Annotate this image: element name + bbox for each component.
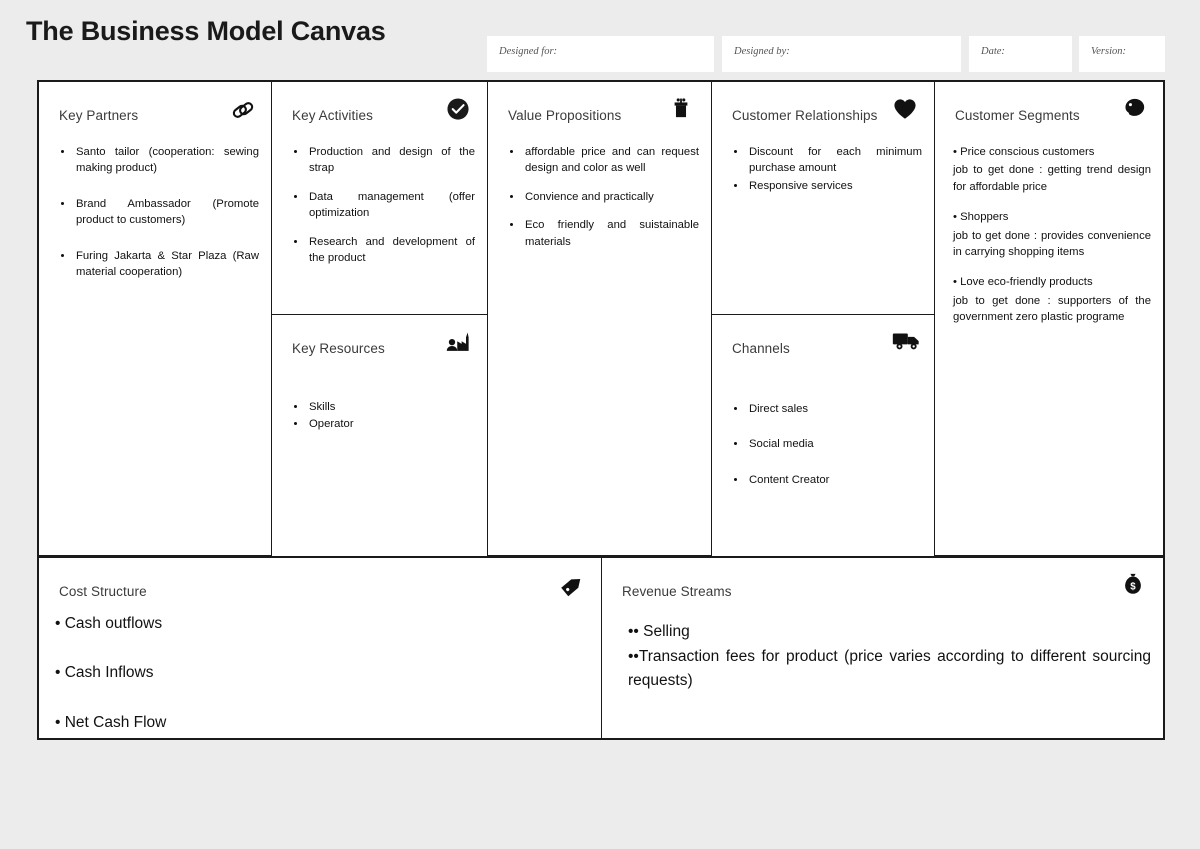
block-cost-structure[interactable]: Cost Structure • Cash outflows • Cash In… [39,556,602,738]
block-channels[interactable]: Channels Direct sales Social media [712,315,935,556]
chain-link-icon [229,96,257,124]
list-item: Brand Ambassador (Promote product to cus… [74,196,259,229]
list-item: Responsive services [747,178,922,194]
list-item: Eco friendly and suistainable materials [523,217,699,250]
segment-heading: • Shoppers [953,211,1009,224]
list-item: Research and development of the product [307,234,475,267]
block-key-activities[interactable]: Key Activities Production and design of … [272,82,488,315]
revenue-streams-title: Revenue Streams [622,584,732,599]
list-item: Direct sales [747,401,922,417]
key-resources-body: Skills Operator [290,399,475,434]
svg-text:$: $ [1130,581,1136,592]
cost-structure-body: • Cash outflows • Cash Inflows • Net Cas… [55,612,589,738]
list-item: affordable price and can request design … [523,144,699,177]
list-item: Data management (offer optimization [307,189,475,222]
value-propositions-body: affordable price and can request design … [506,144,699,262]
designed-for-field[interactable]: Designed for: [487,36,714,72]
revenue-streams-body: •• Selling ••Transaction fees for produc… [628,620,1151,694]
list-item: • Cash Inflows [55,664,154,682]
segment-detail: job to get done : provides convenience i… [953,229,1151,258]
segment-heading: • Price conscious customers [953,146,1095,158]
list-item: Content Creator [747,472,922,488]
list-item: • Cash outflows [55,615,163,632]
list-item: Furing Jakarta & Star Plaza (Raw materia… [74,248,259,281]
customer-head-icon [1121,96,1149,124]
segment-group: • Love eco-friendly products job to get … [953,274,1151,325]
channels-list: Direct sales Social media Content Creato… [730,401,922,488]
key-resources-title: Key Resources [292,341,385,356]
block-key-resources[interactable]: Key Resources Skills Operator [272,315,488,556]
list-item: Operator [307,416,475,432]
list-item: Production and design of the strap [307,144,475,177]
list-item: Discount for each minimum purchase amoun… [747,144,922,177]
canvas-grid: Key Partners Santo tailor (cooperation: … [37,80,1165,740]
customer-relationships-body: Discount for each minimum purchase amoun… [730,144,922,195]
version-field[interactable]: Version: [1079,36,1165,72]
segment-group: • Price conscious customers job to get d… [953,144,1151,195]
list-item: •• Selling [628,623,690,640]
channels-body: Direct sales Social media Content Creato… [730,401,922,507]
channels-title: Channels [732,341,790,356]
customer-segments-title: Customer Segments [955,108,1080,123]
money-bag-icon: $ [1121,572,1149,600]
factory-worker-icon [445,329,473,357]
price-tag-icon [559,572,587,600]
key-partners-body: Santo tailor (cooperation: sewing making… [57,144,259,299]
block-key-partners[interactable]: Key Partners Santo tailor (cooperation: … [39,82,272,556]
list-item: ••Transaction fees for product (price va… [628,648,1151,689]
key-activities-title: Key Activities [292,108,373,123]
block-value-propositions[interactable]: Value Propositions affordable price and … [488,82,712,556]
value-propositions-list: affordable price and can request design … [506,144,699,250]
list-item: Santo tailor (cooperation: sewing making… [74,144,259,177]
customer-relationships-title: Customer Relationships [732,108,878,123]
cost-structure-title: Cost Structure [59,584,147,599]
block-customer-segments[interactable]: Customer Segments • Price conscious cust… [935,82,1163,556]
list-item: • Net Cash Flow [55,713,167,731]
segment-group: • Shoppers job to get done : provides co… [953,209,1151,260]
segment-heading: • Love eco-friendly products [953,276,1093,289]
segment-detail: job to get done : getting trend design f… [953,164,1151,193]
list-item: Skills [307,399,475,415]
list-item: Convience and practically [523,189,699,205]
key-partners-title: Key Partners [59,108,139,123]
block-customer-relationships[interactable]: Customer Relationships Discount for each… [712,82,935,315]
designed-by-label: Designed by: [734,46,790,57]
footer: cc This work i [0,756,1200,849]
page-title: The Business Model Canvas [26,16,386,46]
designed-by-field[interactable]: Designed by: [722,36,961,72]
date-field[interactable]: Date: [969,36,1072,72]
segment-detail: job to get done : supporters of the gove… [953,294,1151,323]
block-revenue-streams[interactable]: Revenue Streams $ •• Selling ••Transacti… [602,556,1163,738]
business-model-canvas-page: The Business Model Canvas Designed for: … [0,0,1200,849]
date-label: Date: [981,46,1005,57]
key-activities-body: Production and design of the strap Data … [290,144,475,278]
check-circle-icon [445,96,473,124]
customer-segments-body: • Price conscious customers job to get d… [953,144,1151,339]
designed-for-label: Designed for: [499,46,558,57]
value-propositions-title: Value Propositions [508,108,622,123]
key-activities-list: Production and design of the strap Data … [290,144,475,266]
delivery-truck-icon [892,329,920,357]
version-label: Version: [1091,46,1126,57]
customer-relationships-list: Discount for each minimum purchase amoun… [730,144,922,194]
heart-icon [892,96,920,124]
key-resources-list: Skills Operator [290,399,475,433]
gift-box-icon [669,96,697,124]
key-partners-list: Santo tailor (cooperation: sewing making… [57,144,259,280]
list-item: Social media [747,436,922,452]
